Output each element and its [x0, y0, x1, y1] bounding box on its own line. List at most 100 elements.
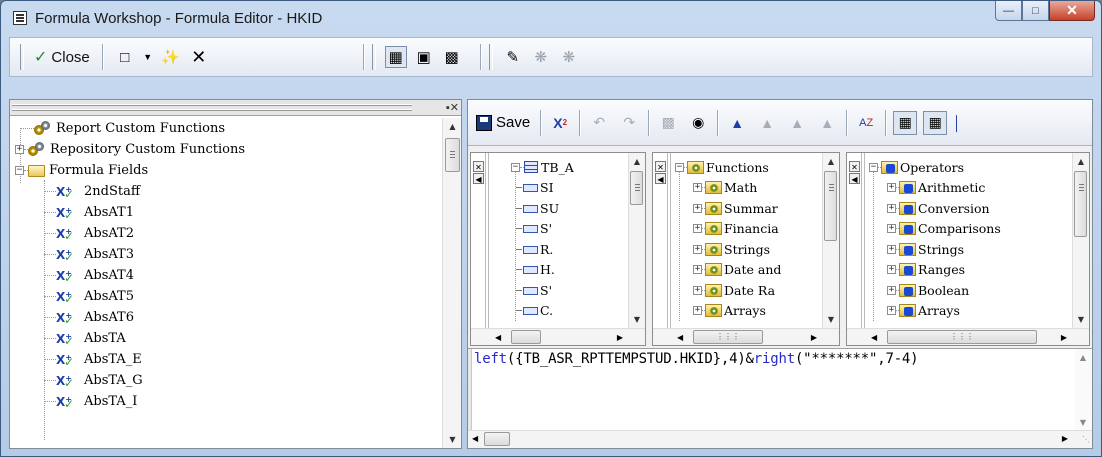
pane-splitter[interactable]	[667, 153, 671, 345]
previous-bookmark-icon[interactable]: ▲	[785, 111, 809, 135]
tree-group-repository-custom-functions[interactable]: + Repository Custom Functions	[10, 139, 440, 160]
formula-item[interactable]: X+ AbsTA	[10, 328, 440, 349]
expand-icon[interactable]: +	[887, 224, 896, 234]
scroll-up-icon[interactable]: ▲	[823, 153, 839, 170]
scroll-down-icon[interactable]: ▼	[1073, 311, 1089, 328]
scroll-left-icon[interactable]: ◀	[871, 333, 877, 342]
field-item[interactable]: H.	[493, 260, 627, 281]
function-category[interactable]: + Summar	[675, 198, 821, 219]
formula-item[interactable]: X+ AbsAT4	[10, 265, 440, 286]
tree-group-report-custom-functions[interactable]: Report Custom Functions	[10, 118, 440, 139]
expand-icon[interactable]: +	[693, 265, 702, 275]
function-category[interactable]: + Date Ra	[675, 280, 821, 301]
clear-bookmarks-icon[interactable]: ▲	[815, 111, 839, 135]
field-item[interactable]: SI	[493, 178, 627, 199]
field-item[interactable]: S'	[493, 280, 627, 301]
expand-icon[interactable]: +	[693, 244, 702, 254]
undo-icon[interactable]: ↶	[587, 111, 611, 135]
field-item[interactable]: S'	[493, 219, 627, 240]
editor-hscroll[interactable]: ◀ ▶ ⋱	[468, 430, 1092, 448]
scroll-right-icon[interactable]: ▶	[1061, 333, 1067, 342]
pane-splitter[interactable]	[485, 153, 489, 345]
collapse-icon[interactable]: −	[869, 162, 878, 172]
function-category[interactable]: + Math	[675, 178, 821, 199]
expand-icon[interactable]: +	[887, 203, 896, 213]
operators-tree-hscroll[interactable]: ◀ ⋮⋮⋮ ▶	[847, 328, 1089, 345]
scroll-thumb[interactable]: ⋮⋮⋮	[693, 330, 763, 344]
redo-icon[interactable]: ↷	[617, 111, 641, 135]
operator-category[interactable]: + Strings	[869, 239, 1071, 260]
bug-icon[interactable]: ❋	[530, 46, 552, 68]
operator-category[interactable]: + Conversion	[869, 198, 1071, 219]
sort-trees-icon[interactable]: AZ	[854, 111, 878, 135]
pane-splitter[interactable]	[861, 153, 865, 345]
scroll-thumb[interactable]	[824, 171, 837, 241]
toolbar-grip[interactable]	[488, 44, 493, 70]
scroll-right-icon[interactable]: ▶	[811, 333, 817, 342]
operator-category[interactable]: + Arrays	[869, 301, 1071, 322]
resize-grip-icon[interactable]: ⋱	[1082, 435, 1090, 444]
formula-item[interactable]: X+ AbsAT6	[10, 307, 440, 328]
expand-icon[interactable]: +	[693, 285, 702, 295]
properties-icon[interactable]: ✎	[502, 46, 524, 68]
operators-tree-vscroll[interactable]: ▲ ▼	[1072, 153, 1089, 328]
tree-group-formula-fields[interactable]: − Formula Fields	[10, 160, 440, 181]
scroll-thumb[interactable]: ⋮⋮⋮	[887, 330, 1037, 344]
expand-icon[interactable]: +	[693, 183, 702, 193]
scroll-up-icon[interactable]: ▲	[1075, 349, 1091, 366]
operators-root-node[interactable]: − Operators	[869, 157, 1071, 178]
scroll-thumb[interactable]	[484, 432, 510, 446]
scroll-left-icon[interactable]: ◀	[677, 333, 683, 342]
formula-item[interactable]: X+ AbsTA_I	[10, 391, 440, 412]
toolbar-grip[interactable]	[20, 44, 24, 70]
expand-icon[interactable]: +	[887, 183, 896, 193]
close-button[interactable]: ✓ Close	[30, 43, 94, 71]
toggle-tree-icon[interactable]: ▦	[384, 46, 407, 68]
scroll-right-icon[interactable]: ▶	[1062, 434, 1068, 443]
operator-category[interactable]: + Ranges	[869, 260, 1071, 281]
next-bookmark-icon[interactable]: ▲	[755, 111, 779, 135]
functions-tree-hscroll[interactable]: ◀ ⋮⋮⋮ ▶	[653, 328, 839, 345]
scroll-down-icon[interactable]: ▼	[823, 311, 839, 328]
scroll-right-icon[interactable]: ▶	[617, 333, 623, 342]
formula-text-editor[interactable]: left({TB_ASR_RPTTEMPSTUD.HKID},4)&right(…	[468, 348, 1092, 448]
formula-item[interactable]: X+ AbsTA_E	[10, 349, 440, 370]
function-category[interactable]: + Financia	[675, 219, 821, 240]
functions-tree-vscroll[interactable]: ▲ ▼	[822, 153, 839, 328]
scroll-up-icon[interactable]: ▲	[1073, 153, 1089, 170]
formula-item[interactable]: X+ AbsAT5	[10, 286, 440, 307]
functions-root-node[interactable]: − Functions	[675, 157, 821, 178]
rename-icon[interactable]: ✨	[160, 46, 182, 68]
scroll-thumb[interactable]	[511, 330, 541, 344]
expand-icon[interactable]: +	[693, 306, 702, 316]
expand-icon[interactable]: +	[887, 265, 896, 275]
fields-tree-vscroll[interactable]: ▲ ▼	[628, 153, 645, 328]
expand-icon[interactable]: +	[693, 224, 702, 234]
table-node[interactable]: − TB_A	[493, 157, 627, 178]
operator-category[interactable]: + Comparisons	[869, 219, 1071, 240]
collapse-icon[interactable]: −	[511, 162, 520, 172]
pane-grip[interactable]	[12, 109, 412, 111]
scroll-up-icon[interactable]: ▲	[443, 118, 462, 135]
show-operators-tree-icon[interactable]: │	[953, 111, 962, 135]
scroll-up-icon[interactable]: ▲	[629, 153, 645, 170]
pane-close-icon[interactable]: ✕ ◀	[473, 161, 485, 185]
scroll-thumb[interactable]	[445, 138, 460, 172]
formula-item[interactable]: X+ AbsAT3	[10, 244, 440, 265]
toggle-bookmark-icon[interactable]: ▲	[725, 111, 749, 135]
scroll-down-icon[interactable]: ▼	[443, 431, 462, 448]
pane-close-icon[interactable]: ✕ ◀	[655, 161, 667, 185]
show-fields-tree-icon[interactable]: ▦	[893, 110, 918, 135]
formula-code[interactable]: left({TB_ASR_RPTTEMPSTUD.HKID},4)&right(…	[474, 351, 919, 367]
new-dropdown-icon[interactable]: ▼	[142, 46, 154, 68]
scroll-down-icon[interactable]: ▼	[1075, 414, 1091, 431]
new-icon[interactable]: □	[114, 46, 136, 68]
scroll-thumb[interactable]	[630, 171, 643, 205]
formula-item[interactable]: X+ AbsAT1	[10, 202, 440, 223]
expand-icon[interactable]: +	[887, 285, 896, 295]
scroll-down-icon[interactable]: ▼	[629, 311, 645, 328]
field-item[interactable]: C.	[493, 301, 627, 322]
close-window-button[interactable]: ✕	[1049, 1, 1095, 21]
expand-icon[interactable]: +	[693, 203, 702, 213]
scroll-thumb[interactable]	[1074, 171, 1087, 237]
